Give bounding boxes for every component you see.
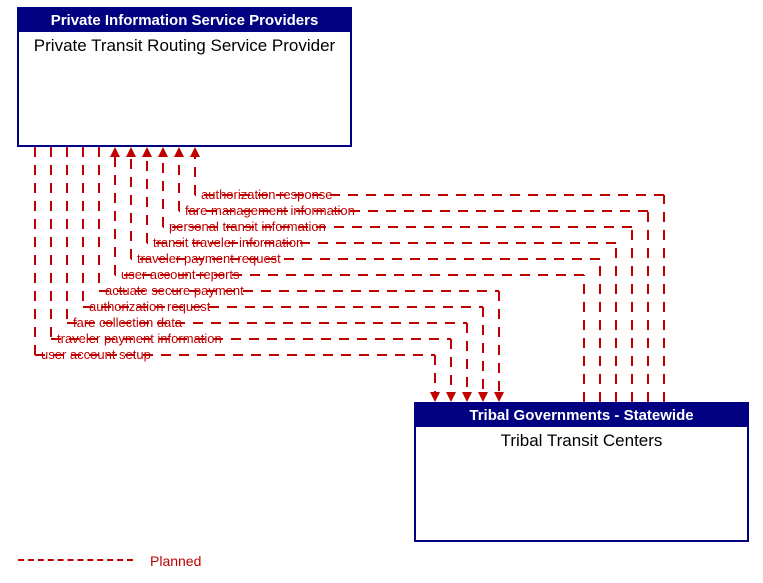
top-entity-box: Private Information Service Providers Pr… xyxy=(17,7,352,147)
flow-label: traveler payment information xyxy=(57,331,222,346)
flow-label: user account setup xyxy=(41,347,151,362)
flow-label: authorization request xyxy=(89,299,210,314)
top-entity-header: Private Information Service Providers xyxy=(19,9,350,32)
bottom-entity-body: Tribal Transit Centers xyxy=(416,427,747,455)
flow-label: personal transit information xyxy=(169,219,326,234)
flow-label: transit traveler information xyxy=(153,235,303,250)
legend-label: Planned xyxy=(150,553,201,569)
flow-label: actuate secure payment xyxy=(105,283,244,298)
flow-label: authorization response xyxy=(201,187,333,202)
flow-label: user account reports xyxy=(121,267,240,282)
flow-label: fare management information xyxy=(185,203,355,218)
flow-label: traveler payment request xyxy=(137,251,281,266)
top-entity-body: Private Transit Routing Service Provider xyxy=(19,32,350,60)
bottom-entity-box: Tribal Governments - Statewide Tribal Tr… xyxy=(414,402,749,542)
bottom-entity-header: Tribal Governments - Statewide xyxy=(416,404,747,427)
flow-label: fare collection data xyxy=(73,315,182,330)
legend-line xyxy=(18,559,133,561)
